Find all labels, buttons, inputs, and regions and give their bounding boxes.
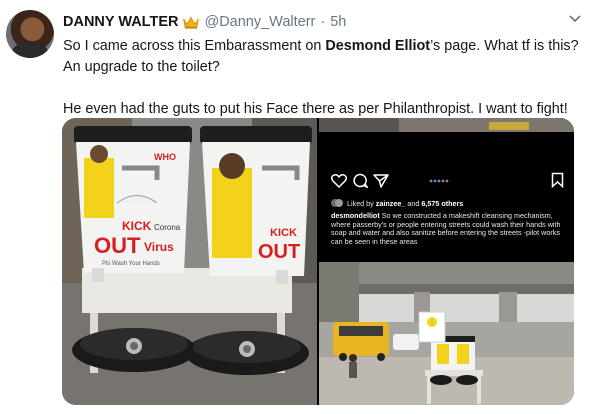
tweet-paragraph-1: So I came across this Embarassment on De… (63, 36, 583, 78)
likes-middle: and (405, 199, 422, 208)
bucket-out-label-1: OUT (94, 233, 141, 258)
chevron-down-icon[interactable] (568, 14, 582, 24)
heart-icon[interactable] (331, 173, 347, 188)
photo-instagram-screenshot[interactable]: Liked by zainzee_ and 6,575 others desmo… (319, 118, 574, 260)
timestamp[interactable]: 5h (330, 14, 346, 30)
likes-prefix: Liked by (347, 199, 376, 208)
bucket-out-label-2: OUT (258, 241, 300, 263)
send-icon[interactable] (373, 173, 389, 188)
bucket-kick-label-2: KICK (270, 227, 297, 239)
tweet-text: So I came across this Embarassment on De… (63, 36, 583, 120)
tweet-header: DANNY WALTER @Danny_Walterr · 5h (63, 12, 588, 32)
bucket-kick-label-1: KICK (122, 219, 152, 233)
likes-user[interactable]: zainzee_ (376, 199, 406, 208)
bucket-wash-label-1: Pls Wash Your Hands (102, 261, 160, 267)
photo-buckets[interactable]: WHO KICK Corona OUT Virus Pls Wash Your … (62, 118, 317, 405)
author-name[interactable]: DANNY WALTER (63, 14, 178, 30)
bucket-virus-label-1: Virus (144, 240, 174, 254)
bucket-who-label-1: WHO (154, 152, 176, 162)
likes-count[interactable]: 6,575 others (421, 199, 463, 208)
comment-icon[interactable] (352, 173, 368, 188)
ig-caption: desmondelliot So we constructed a makesh… (331, 211, 567, 246)
author-handle[interactable]: @Danny_Walterr (204, 14, 315, 30)
mention-link[interactable]: Desmond Elliot (325, 38, 430, 54)
likes-text: Liked by zainzee_ and 6,575 others (347, 199, 463, 208)
tweet-paragraph-2: He even had the guts to put his Face the… (63, 101, 568, 117)
media-grid: WHO KICK Corona OUT Virus Pls Wash Your … (62, 118, 574, 405)
liker-avatars (331, 199, 343, 207)
photo-street-scene[interactable] (319, 262, 574, 405)
text-segment: So I came across this Embarassment on (63, 38, 326, 54)
bookmark-icon[interactable] (551, 172, 564, 188)
avatar[interactable] (6, 10, 54, 58)
crown-icon (183, 15, 200, 29)
separator-dot: · (320, 14, 326, 30)
bucket-corona-label-1: Corona (154, 223, 181, 232)
